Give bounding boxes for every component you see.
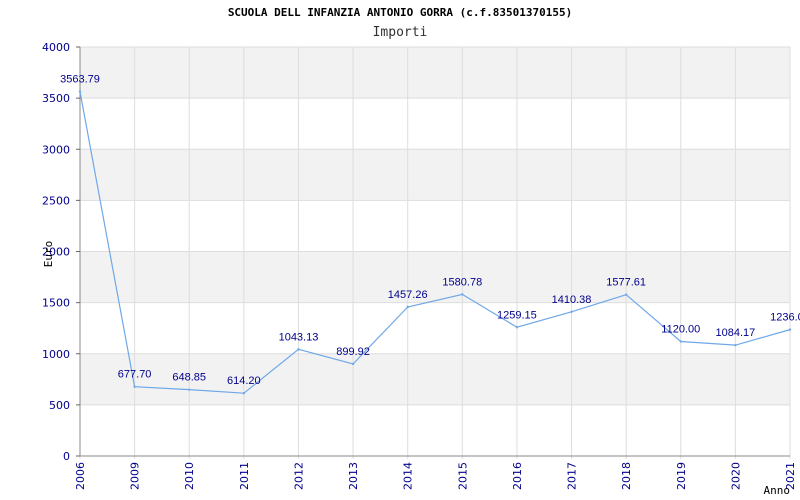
y-tick-label: 1000 (42, 348, 70, 361)
data-label: 1457.26 (388, 289, 428, 301)
y-tick-label: 3000 (42, 143, 70, 156)
data-point (78, 90, 82, 93)
y-tick-label: 500 (49, 399, 70, 412)
x-tick-label: 2019 (675, 462, 688, 490)
data-point (570, 310, 573, 313)
data-label: 1120.00 (661, 323, 700, 335)
x-tick-label: 2017 (566, 462, 579, 490)
data-label: 677.70 (118, 369, 152, 381)
data-label: 1410.38 (552, 294, 592, 306)
data-point (133, 385, 136, 388)
data-label: 1259.15 (497, 309, 537, 321)
data-point (624, 293, 628, 296)
data-point (351, 362, 355, 366)
x-tick-label: 2010 (183, 462, 196, 490)
data-label: 3563.79 (60, 74, 100, 86)
data-point (679, 340, 682, 343)
data-point (297, 348, 300, 351)
x-tick-label: 2015 (456, 462, 469, 490)
y-axis-label: Euro (42, 241, 55, 268)
grid-band (80, 251, 790, 303)
grid-band (80, 47, 790, 99)
data-point (242, 391, 246, 395)
data-label: 648.85 (172, 372, 206, 384)
data-point (461, 293, 464, 296)
line-chart: 05001000150020002500300035004000 2006 200… (42, 41, 800, 497)
x-tick-label: 2006 (74, 462, 87, 490)
data-point (515, 326, 519, 329)
y-tick-label: 0 (63, 450, 70, 463)
y-tick-label: 1500 (42, 297, 70, 310)
x-tick-label: 2011 (238, 462, 251, 490)
data-point (406, 305, 409, 309)
series-line (79, 91, 791, 394)
y-tick-label: 2500 (42, 194, 70, 207)
x-tick-label: 2020 (729, 462, 742, 490)
data-label: 899.92 (336, 346, 370, 358)
data-series (78, 90, 792, 395)
y-tick-label: 3500 (42, 92, 70, 105)
x-axis-ticks: 2006 2009 2010 2011 2012 2013 2014 2015 2016 2017… (74, 462, 797, 490)
data-label: 1236.00 (770, 312, 800, 324)
data-label: 614.20 (227, 375, 261, 387)
data-point (734, 343, 737, 347)
data-point (788, 328, 792, 331)
x-axis-label: Anno (764, 484, 791, 497)
x-tick-label: 2014 (402, 462, 415, 490)
grid-band (80, 149, 790, 201)
data-label: 1043.13 (279, 331, 319, 343)
data-labels: 3563.79 677.70 648.85 614.20 1043.13 899.92 14… (60, 74, 800, 388)
y-tick-label: 4000 (42, 41, 70, 54)
x-tick-label: 2012 (292, 462, 305, 490)
grid-bands (80, 47, 790, 405)
x-tick-label: 2016 (511, 462, 524, 490)
data-point (188, 388, 191, 391)
data-label: 1580.78 (442, 276, 482, 288)
x-tick-label: 2013 (347, 462, 360, 490)
data-label: 1577.61 (606, 277, 646, 289)
x-tick-label: 2018 (620, 462, 633, 490)
x-tick-label: 2009 (129, 462, 142, 490)
data-label: 1084.17 (716, 327, 756, 339)
